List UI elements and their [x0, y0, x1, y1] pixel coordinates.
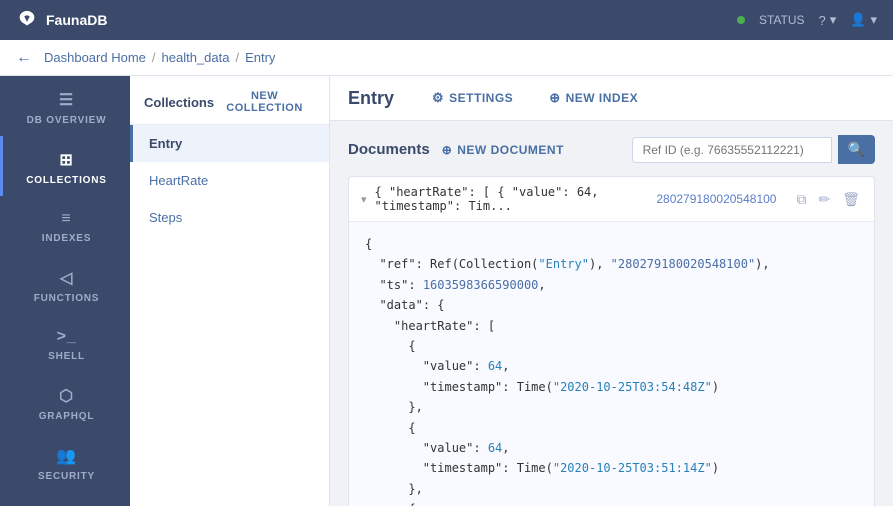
sidebar-label-functions: FUNCTIONS	[34, 293, 100, 304]
status-label: STATUS	[759, 13, 805, 27]
breadcrumb-sep2: /	[235, 50, 239, 65]
json-line: },	[365, 479, 858, 499]
sidebar-item-collections[interactable]: ⊞ COLLECTIONS	[0, 136, 130, 196]
breadcrumb-database[interactable]: health_data	[162, 50, 230, 65]
json-line: {	[365, 234, 858, 254]
new-document-button[interactable]: ⊕ NEW DOCUMENT	[442, 143, 564, 157]
security-icon: 👥	[56, 446, 77, 466]
doc-expanded-content: { "ref": Ref(Collection("Entry"), "28027…	[349, 221, 874, 506]
json-line: "value": 64,	[365, 438, 858, 458]
sidebar-item-indexes[interactable]: ≡ INDEXES	[0, 196, 130, 254]
documents-header: Documents ⊕ NEW DOCUMENT 🔍	[348, 135, 875, 164]
table-row: ▾ { "heartRate": [ { "value": 64, "times…	[348, 176, 875, 506]
user-icon: 👤	[850, 12, 866, 28]
breadcrumb: ← Dashboard Home / health_data / Entry	[0, 40, 893, 76]
edit-button[interactable]: ✏	[816, 189, 832, 210]
documents-section: Documents ⊕ NEW DOCUMENT 🔍	[330, 121, 893, 506]
sidebar-label-collections: COLLECTIONS	[26, 175, 106, 186]
sidebar-label-shell: SHELL	[48, 351, 85, 362]
settings-button[interactable]: ⚙ SETTINGS	[424, 86, 521, 110]
settings-icon: ⚙	[432, 90, 444, 106]
doc-row-left: ▾ { "heartRate": [ { "value": 64, "times…	[361, 185, 656, 213]
functions-icon: ◁	[60, 268, 73, 288]
sidebar-item-shell[interactable]: >_ SHELL	[0, 314, 130, 372]
sidebar-item-security[interactable]: 👥 SECURITY	[0, 432, 130, 492]
collection-item-heartrate[interactable]: HeartRate	[130, 162, 329, 199]
collections-title: Collections	[144, 95, 214, 110]
main-content: Entry ⚙ SETTINGS ⊕ NEW INDEX Documents ⊕…	[330, 76, 893, 506]
documents-title: Documents	[348, 141, 430, 158]
fauna-logo-icon	[16, 9, 38, 31]
breadcrumb-home[interactable]: Dashboard Home	[44, 50, 146, 65]
db-overview-icon: ☰	[59, 90, 74, 110]
ref-search-input[interactable]	[632, 137, 832, 163]
sidebar-label-db-overview: DB OVERVIEW	[27, 115, 107, 126]
json-line: "timestamp": Time("2020-10-25T03:54:48Z"…	[365, 377, 858, 397]
collections-icon: ⊞	[59, 150, 73, 170]
breadcrumb-current: Entry	[245, 50, 275, 65]
plus-circle-icon: ⊕	[442, 143, 453, 157]
json-line: "data": {	[365, 295, 858, 315]
sidebar-item-db-overview[interactable]: ☰ DB OVERVIEW	[0, 76, 130, 136]
search-area: 🔍	[632, 135, 875, 164]
search-button[interactable]: 🔍	[838, 135, 875, 164]
app-logo: FaunaDB	[16, 9, 107, 31]
help-button[interactable]: ? ▾	[819, 12, 837, 28]
json-line: "timestamp": Time("2020-10-25T03:51:14Z"…	[365, 458, 858, 478]
sidebar-label-security: SECURITY	[38, 471, 95, 482]
indexes-icon: ≡	[61, 210, 71, 228]
main-layout: ☰ DB OVERVIEW ⊞ COLLECTIONS ≡ INDEXES ◁ …	[0, 76, 893, 506]
json-line: {	[365, 499, 858, 506]
navbar-right: STATUS ? ▾ 👤 ▾	[737, 12, 877, 28]
navbar: FaunaDB STATUS ? ▾ 👤 ▾	[0, 0, 893, 40]
entry-title: Entry	[348, 88, 394, 109]
json-line: "heartRate": [	[365, 316, 858, 336]
sidebar-item-graphql[interactable]: ⬡ GRAPHQL	[0, 372, 130, 432]
collections-panel: Collections NEW COLLECTION Entry HeartRa…	[130, 76, 330, 506]
graphql-icon: ⬡	[59, 386, 74, 406]
navbar-left: FaunaDB	[16, 9, 107, 31]
status-indicator	[737, 16, 745, 24]
doc-preview: { "heartRate": [ { "value": 64, "timesta…	[375, 185, 657, 213]
json-line: },	[365, 397, 858, 417]
copy-button[interactable]: ⧉	[794, 189, 808, 210]
chevron-down-icon: ▾	[361, 193, 367, 206]
json-line: {	[365, 336, 858, 356]
user-menu-button[interactable]: 👤 ▾	[850, 12, 877, 28]
collections-header: Collections NEW COLLECTION	[130, 76, 329, 125]
app-name: FaunaDB	[46, 12, 107, 28]
json-line: "value": 64,	[365, 356, 858, 376]
sidebar-label-graphql: GRAPHQL	[39, 411, 95, 422]
shell-icon: >_	[57, 328, 77, 346]
back-button[interactable]: ←	[16, 49, 32, 67]
new-collection-button[interactable]: NEW COLLECTION	[214, 90, 315, 114]
json-line: "ref": Ref(Collection("Entry"), "2802791…	[365, 254, 858, 274]
search-icon: 🔍	[848, 141, 865, 157]
collection-item-steps[interactable]: Steps	[130, 199, 329, 236]
sidebar: ☰ DB OVERVIEW ⊞ COLLECTIONS ≡ INDEXES ◁ …	[0, 76, 130, 506]
collection-item-entry[interactable]: Entry	[130, 125, 329, 162]
plus-icon: ⊕	[549, 90, 560, 106]
doc-ref: 280279180020548100	[656, 192, 786, 206]
breadcrumb-sep1: /	[152, 50, 156, 65]
entry-header: Entry ⚙ SETTINGS ⊕ NEW INDEX	[330, 76, 893, 121]
doc-row-header[interactable]: ▾ { "heartRate": [ { "value": 64, "times…	[349, 177, 874, 221]
new-index-button[interactable]: ⊕ NEW INDEX	[541, 86, 646, 110]
json-line: {	[365, 418, 858, 438]
sidebar-item-functions[interactable]: ◁ FUNCTIONS	[0, 254, 130, 314]
sidebar-label-indexes: INDEXES	[42, 233, 92, 244]
delete-button[interactable]: 🗑	[840, 189, 862, 210]
json-line: "ts": 1603598366590000,	[365, 275, 858, 295]
